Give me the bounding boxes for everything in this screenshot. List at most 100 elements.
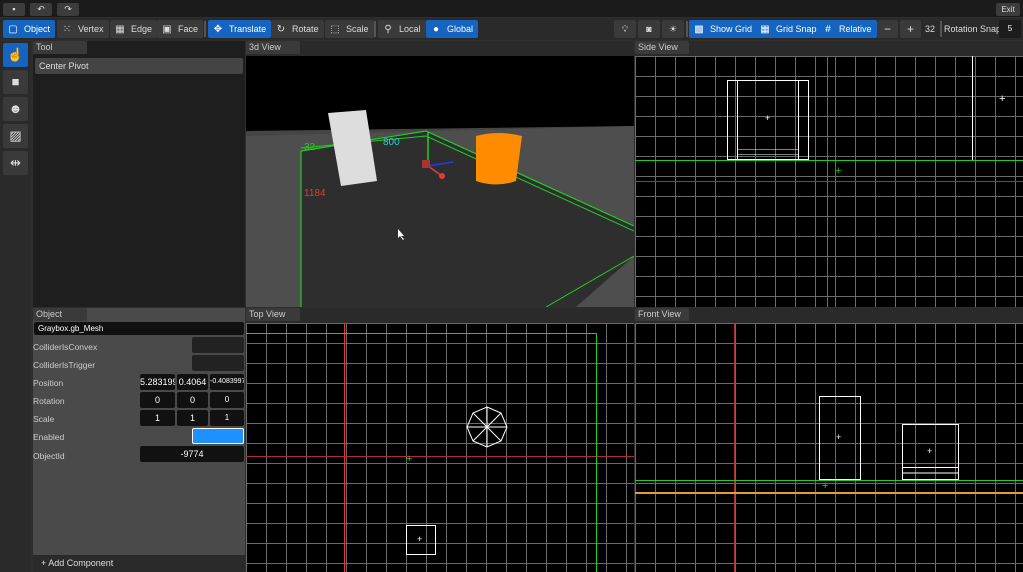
objectid-label: ObjectId xyxy=(33,451,65,461)
origin-marker: + xyxy=(835,165,842,177)
rotation-z-input[interactable]: 0 xyxy=(210,392,244,408)
scale-icon: ⬚ xyxy=(330,23,340,35)
grid-increase-button[interactable]: + xyxy=(900,20,921,38)
exit-button[interactable]: Exit xyxy=(996,3,1020,16)
dimension-label: 1184 xyxy=(304,188,326,199)
position-x-input[interactable]: 5.283199 xyxy=(140,374,175,390)
side-view-title: Side View xyxy=(635,41,689,54)
3d-scene xyxy=(246,110,634,307)
toolbar: ▢ Object ⁙ Vertex ▦ Edge ▣ Face ✥ Translate ↻… xyxy=(0,18,1023,40)
rotation-x-input[interactable]: 0 xyxy=(140,392,175,408)
grid-size-value: 32 xyxy=(925,24,936,34)
move-icon: ✥ xyxy=(213,23,223,35)
divider xyxy=(940,21,942,37)
collider-convex-label: ColliderIsConvex xyxy=(33,342,98,352)
local-button[interactable]: ⚲ Local xyxy=(378,20,426,38)
tool-sidebar: ☝ ■ ☻ ▨ ⇹ xyxy=(0,41,31,572)
sun-button[interactable]: ☀ xyxy=(662,20,684,38)
tool-panel-title: Tool xyxy=(33,41,87,54)
hash-icon: # xyxy=(825,23,831,35)
rotation-snap-input[interactable]: 5 xyxy=(999,20,1021,38)
pin-icon: ● xyxy=(432,23,440,35)
mode-vertex-button[interactable]: ⁙ Vertex xyxy=(57,20,109,38)
position-z-input[interactable]: -0.4083997 xyxy=(210,374,244,390)
grid-icon: ▦ xyxy=(760,23,770,35)
rotation-snap-label: Rotation Snap xyxy=(944,24,1002,34)
center-pivot-button[interactable]: Center Pivot xyxy=(35,58,243,74)
camera-icon: ◙ xyxy=(646,24,652,34)
divider xyxy=(686,21,688,37)
redo-icon: ↷ xyxy=(64,4,72,14)
front-view-title: Front View xyxy=(635,308,689,321)
mode-face-button[interactable]: ▣ Face xyxy=(157,20,204,38)
top-viewport[interactable]: + + xyxy=(246,323,634,572)
collider-trigger-label: ColliderIsTrigger xyxy=(33,360,96,370)
tool-panel xyxy=(33,41,245,307)
divider xyxy=(204,21,206,37)
undo-button[interactable]: ↶ xyxy=(30,3,52,16)
scale-x-input[interactable]: 1 xyxy=(140,410,175,426)
pin-icon: ⚲ xyxy=(384,23,392,35)
top-view-title: Top View xyxy=(246,308,300,321)
grid-off-icon: ▩ xyxy=(694,23,704,35)
objectid-input[interactable]: -9774 xyxy=(140,446,244,462)
front-viewport[interactable]: + + + xyxy=(635,323,1023,572)
cylinder-top-outline xyxy=(466,406,508,448)
side-viewport[interactable]: + + + xyxy=(635,56,1023,307)
translate-button[interactable]: ✥ Translate xyxy=(208,20,272,38)
lightbulb-icon: 💡︎ xyxy=(621,23,629,34)
save-icon: ▪ xyxy=(12,4,16,14)
light-button[interactable]: 💡︎ xyxy=(614,20,636,38)
robot-icon: ☻ xyxy=(8,101,23,116)
save-button[interactable]: ▪ xyxy=(3,3,25,16)
show-grid-button[interactable]: ▩ Show Grid xyxy=(689,20,758,38)
pointer-hand-icon: ☝ xyxy=(7,47,24,62)
measure-icon: ⇹ xyxy=(10,155,21,170)
grid-snap-button[interactable]: ▦ Grid Snap xyxy=(755,20,822,38)
add-component-button[interactable]: + Add Component xyxy=(33,555,245,572)
mode-edge-button[interactable]: ▦ Edge xyxy=(110,20,158,38)
face-icon: ▣ xyxy=(162,23,172,35)
camera-button[interactable]: ◙ xyxy=(638,20,660,38)
hatch-icon: ▨ xyxy=(9,128,22,143)
scale-button[interactable]: ⬚ Scale xyxy=(325,20,374,38)
vertex-icon: ⁙ xyxy=(62,23,72,35)
divider xyxy=(374,21,376,37)
global-button[interactable]: ● Global xyxy=(426,20,479,38)
edge-icon: ▦ xyxy=(115,23,125,35)
dimension-label: 32 xyxy=(304,142,316,153)
collider-trigger-checkbox[interactable] xyxy=(192,355,244,371)
3d-viewport[interactable]: 32 800 1184 xyxy=(246,56,634,307)
object-panel-title: Object xyxy=(33,308,87,321)
rotation-label: Rotation xyxy=(33,396,65,406)
box-tool-button[interactable]: ■ xyxy=(3,70,28,94)
scale-y-input[interactable]: 1 xyxy=(177,410,208,426)
relative-button[interactable]: # Relative xyxy=(818,20,877,38)
rotate-button[interactable]: ↻ Rotate xyxy=(271,20,324,38)
3d-view-title: 3d View xyxy=(246,41,300,54)
scale-z-input[interactable]: 1 xyxy=(210,410,244,426)
collider-convex-checkbox[interactable] xyxy=(192,337,244,353)
sun-icon: ☀ xyxy=(668,23,678,34)
top-bar: ▪ ↶ ↷ Exit xyxy=(0,0,1023,17)
square-icon: ▢ xyxy=(8,23,18,35)
dimension-label: 800 xyxy=(383,137,400,148)
undo-icon: ↶ xyxy=(37,4,45,14)
rotation-y-input[interactable]: 0 xyxy=(177,392,208,408)
mode-object-button[interactable]: ▢ Object xyxy=(3,20,56,38)
prefab-tool-button[interactable]: ☻ xyxy=(3,97,28,121)
origin-marker: + xyxy=(406,453,413,465)
origin-marker: + xyxy=(822,480,829,492)
grid-decrease-button[interactable]: − xyxy=(877,20,898,38)
enabled-toggle[interactable] xyxy=(192,428,244,444)
object-name-input[interactable]: Graybox.gb_Mesh xyxy=(34,322,244,335)
select-tool-button[interactable]: ☝ xyxy=(3,43,28,67)
texture-tool-button[interactable]: ▨ xyxy=(3,124,28,148)
position-y-input[interactable]: 0.4064 xyxy=(177,374,208,390)
redo-button[interactable]: ↷ xyxy=(57,3,79,16)
scale-label: Scale xyxy=(33,414,55,424)
position-label: Position xyxy=(33,378,64,388)
measure-tool-button[interactable]: ⇹ xyxy=(3,151,28,175)
enabled-label: Enabled xyxy=(33,432,65,442)
square-icon: ■ xyxy=(11,74,20,89)
